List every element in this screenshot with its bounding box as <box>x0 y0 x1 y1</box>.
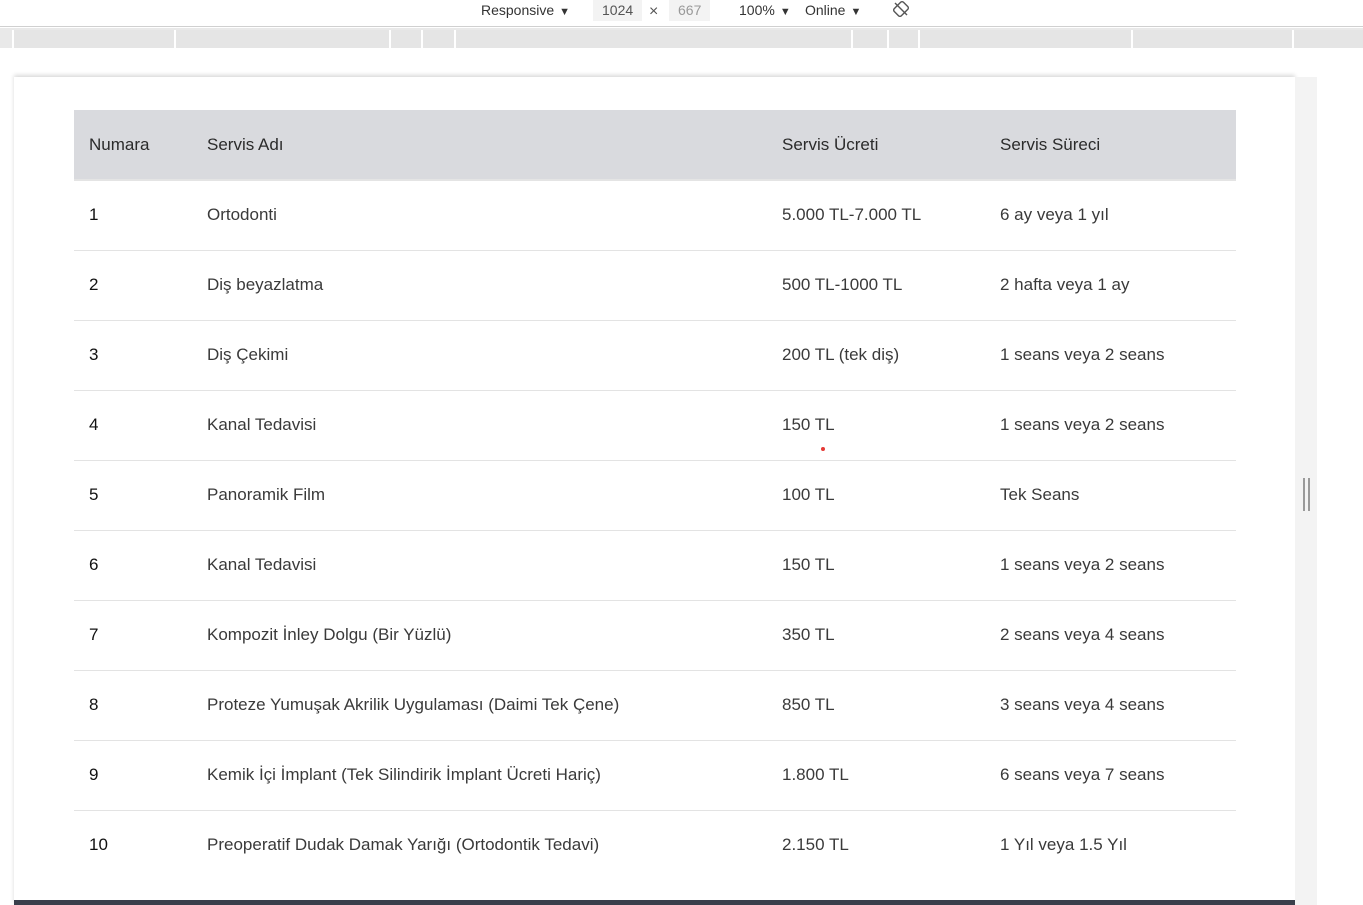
row-service-duration: 2 hafta veya 1 ay <box>1000 275 1130 294</box>
ruler-segment[interactable] <box>1292 30 1363 48</box>
page-footer-edge <box>14 900 1295 905</box>
ruler-segment[interactable] <box>851 30 887 48</box>
table-row: 1 Ortodonti 5.000 TL-7.000 TL 6 ay veya … <box>74 180 1236 250</box>
media-query-ruler <box>0 28 1363 48</box>
row-service-duration: 2 seans veya 4 seans <box>1000 625 1165 644</box>
row-service-fee: 150 TL <box>782 415 835 434</box>
ruler-segment[interactable] <box>918 30 1131 48</box>
header-service-name: Servis Adı <box>192 110 767 181</box>
row-service-fee: 150 TL <box>782 555 835 574</box>
row-number: 3 <box>89 345 99 364</box>
ruler-segment[interactable] <box>421 30 454 48</box>
row-number: 8 <box>89 695 99 714</box>
table-header-row: Numara Servis Adı Servis Ücreti Servis S… <box>74 110 1236 181</box>
row-service-duration: 6 ay veya 1 yıl <box>1000 205 1109 225</box>
row-number: 6 <box>89 555 99 574</box>
row-service-fee: 500 TL-1000 TL <box>782 275 903 294</box>
width-input[interactable]: 1024 <box>593 0 643 21</box>
device-toolbar: Responsive ▼ 1024 × 667 100% ▼ Online ▼ <box>0 0 1363 27</box>
row-service-duration: 1 seans veya 2 seans <box>1000 345 1165 364</box>
table-row: 10 Preoperatif Dudak Damak Yarığı (Ortod… <box>74 810 1236 880</box>
row-number: 9 <box>89 765 99 784</box>
network-throttle-select[interactable]: Online ▼ <box>805 0 861 21</box>
row-service-fee: 1.800 TL <box>782 765 849 784</box>
row-service-name: Diş beyazlatma <box>207 275 324 294</box>
row-service-name: Kanal Tedavisi <box>207 555 317 574</box>
row-service-duration: 1 seans veya 2 seans <box>1000 555 1165 574</box>
row-service-fee: 350 TL <box>782 625 835 644</box>
header-service-duration: Servis Süreci <box>985 110 1236 181</box>
height-input[interactable]: 667 <box>669 0 711 21</box>
chevron-down-icon: ▼ <box>779 6 791 18</box>
row-number: 4 <box>89 415 99 434</box>
ruler-segment[interactable] <box>12 30 174 48</box>
ruler-segment[interactable] <box>174 30 389 48</box>
row-service-duration: 1 seans veya 2 seans <box>1000 415 1165 434</box>
row-number: 10 <box>89 835 108 855</box>
row-service-fee: 2.150 TL <box>782 835 849 855</box>
device-select[interactable]: Responsive ▼ <box>481 0 570 21</box>
header-service-fee: Servis Ücreti <box>767 110 985 181</box>
table-row: 5 Panoramik Film 100 TL Tek Seans <box>74 460 1236 530</box>
row-number: 5 <box>89 485 99 504</box>
close-icon: × <box>649 3 659 20</box>
row-service-name: Preoperatif Dudak Damak Yarığı (Ortodont… <box>207 835 600 855</box>
table-row: 3 Diş Çekimi 200 TL (tek diş) 1 seans ve… <box>74 320 1236 390</box>
chevron-down-icon: ▼ <box>559 6 571 18</box>
ruler-segment[interactable] <box>1131 30 1292 48</box>
table-row: 2 Diş beyazlatma 500 TL-1000 TL 2 hafta … <box>74 250 1236 320</box>
table-row: 8 Proteze Yumuşak Akrilik Uygulaması (Da… <box>74 670 1236 740</box>
row-service-name: Diş Çekimi <box>207 345 289 364</box>
row-service-fee: 5.000 TL-7.000 TL <box>782 205 922 225</box>
row-number: 1 <box>89 205 99 225</box>
row-number: 7 <box>89 625 99 644</box>
table-row: 6 Kanal Tedavisi 150 TL 1 seans veya 2 s… <box>74 530 1236 600</box>
ruler-segment[interactable] <box>389 30 421 48</box>
zoom-label: 100% <box>739 2 775 18</box>
cursor-indicator-dot <box>821 447 825 451</box>
row-service-duration: 1 Yıl veya 1.5 Yıl <box>1000 835 1127 855</box>
row-service-name: Kompozit İnley Dolgu (Bir Yüzlü) <box>207 625 452 644</box>
table-row: 7 Kompozit İnley Dolgu (Bir Yüzlü) 350 T… <box>74 600 1236 670</box>
row-service-duration: 3 seans veya 4 seans <box>1000 695 1165 714</box>
row-service-name: Proteze Yumuşak Akrilik Uygulaması (Daim… <box>207 695 620 714</box>
row-service-name: Panoramik Film <box>207 485 326 504</box>
row-service-duration: Tek Seans <box>1000 485 1080 504</box>
table-row: 9 Kemik İçi İmplant (Tek Silindirik İmpl… <box>74 740 1236 810</box>
network-label: Online <box>805 2 846 18</box>
row-service-name: Kemik İçi İmplant (Tek Silindirik İmplan… <box>207 765 601 784</box>
device-label: Responsive <box>481 2 555 18</box>
resize-handle[interactable] <box>1303 478 1311 511</box>
row-service-duration: 6 seans veya 7 seans <box>1000 765 1165 784</box>
row-service-fee: 100 TL <box>782 485 835 504</box>
row-service-name: Kanal Tedavisi <box>207 415 317 434</box>
zoom-select[interactable]: 100% ▼ <box>739 0 791 21</box>
rotate-icon[interactable] <box>893 1 909 17</box>
ruler-segment[interactable] <box>454 30 851 48</box>
chevron-down-icon: ▼ <box>850 6 862 18</box>
row-service-fee: 200 TL (tek diş) <box>782 345 900 364</box>
table-row: 4 Kanal Tedavisi 150 TL 1 seans veya 2 s… <box>74 390 1236 460</box>
services-table: Numara Servis Adı Servis Ücreti Servis S… <box>74 110 1236 880</box>
row-number: 2 <box>89 275 99 294</box>
row-service-name: Ortodonti <box>207 205 277 225</box>
header-number: Numara <box>74 110 192 181</box>
row-service-fee: 850 TL <box>782 695 835 714</box>
ruler-segment[interactable] <box>887 30 918 48</box>
